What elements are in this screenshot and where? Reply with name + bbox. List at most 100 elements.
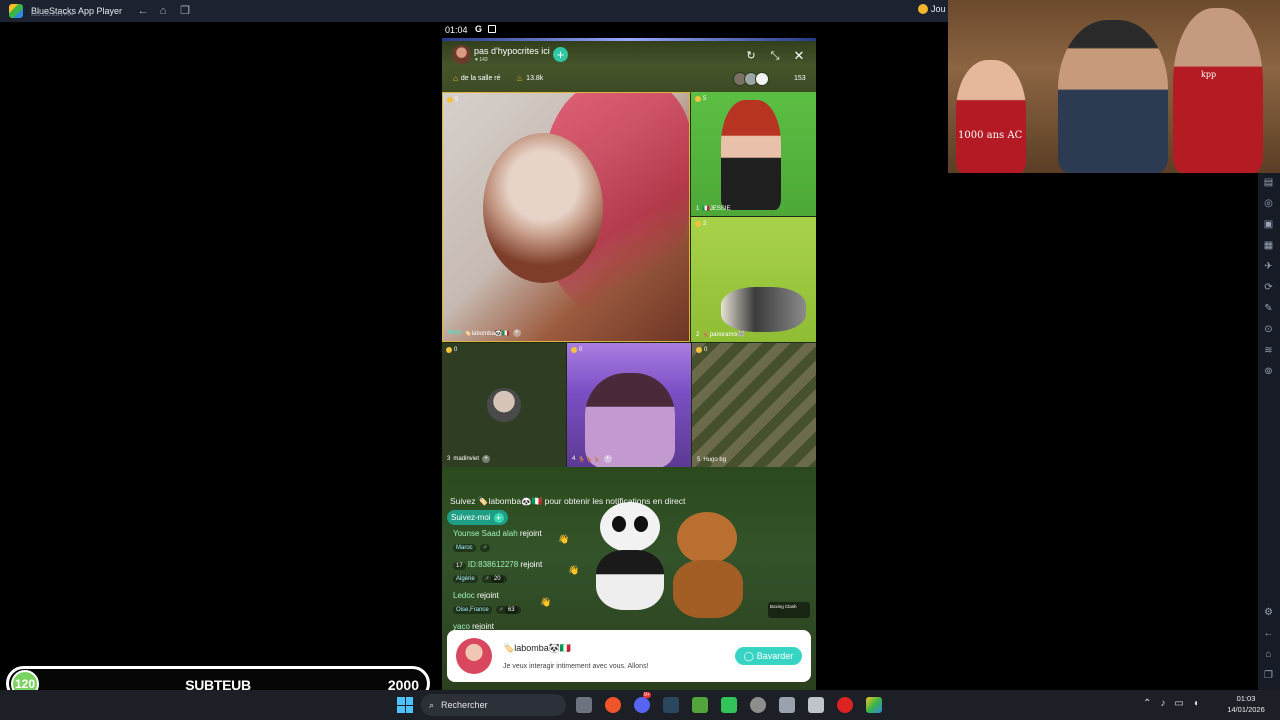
host-video-tile[interactable]: 5 Host 🏷️labomba🐼🇮🇹 + [442, 92, 690, 342]
discord-icon[interactable]: 9+ [634, 692, 651, 713]
recent-apps-icon[interactable]: ❐ [178, 4, 192, 18]
seat-number: 5 [697, 457, 701, 463]
guest-video-tile-4[interactable]: 0 4 🦌🦌🦌 + [567, 343, 691, 467]
follow-me-button[interactable]: Suivez-moi + [447, 510, 508, 525]
follow-notice: Suivez 🏷️labomba🐼🇮🇹 pour obtenir les not… [450, 496, 686, 506]
chat-button[interactable]: ◯ Bavarder [735, 647, 802, 665]
notification-icon [488, 25, 496, 33]
file-explorer-icon[interactable] [576, 697, 592, 713]
guest-video-tile-5[interactable]: 0 5 Hugo bg [692, 343, 816, 467]
tile-score: 0 [571, 347, 582, 353]
taskbar-search[interactable]: ⌕ Rechercher [421, 694, 566, 716]
guest-name-tag: 4 🦌🦌🦌 + [572, 455, 612, 463]
chat-user[interactable]: ID:838612278 [468, 560, 518, 569]
share-icon[interactable]: ↻ [744, 49, 758, 63]
volume-icon[interactable]: ◖ [1193, 698, 1199, 709]
home-rank-icon: ⌂ [453, 74, 458, 83]
home-icon[interactable]: ⌂ [1262, 648, 1275, 661]
gallery-icon[interactable]: ▦ [1262, 239, 1275, 252]
search-icon: ⌕ [429, 699, 435, 710]
room-rank[interactable]: ⌂ de la salle ré [453, 74, 501, 83]
invite-avatar[interactable] [456, 638, 492, 674]
chat-user[interactable]: Younse Saad alah [453, 529, 518, 538]
windows-taskbar: ⌕ Rechercher 9+ ⌃ ♪ ▭ ◖ 01:03 14/01/2026 [0, 690, 1280, 720]
close-icon[interactable]: ✕ [792, 49, 806, 63]
record-icon[interactable]: ▣ [1262, 218, 1275, 231]
tray-chevron-icon[interactable]: ⌃ [1143, 698, 1151, 709]
app-window-icon[interactable] [808, 697, 824, 713]
coin-icon [446, 347, 452, 353]
chat-message: 17 ID:838612278 rejoint [453, 560, 542, 570]
seat-number: 4 [572, 456, 576, 462]
chat-user-meta: Algérie ♂ 20 [453, 575, 507, 583]
minimize-icon[interactable]: ⤡ [768, 49, 782, 63]
youtube-icon[interactable] [837, 697, 853, 713]
invite-name: 🏷️labomba🐼🇮🇹 [503, 643, 572, 653]
host-avatar[interactable] [452, 45, 471, 64]
excel-icon[interactable] [692, 697, 708, 713]
wave-hand-icon[interactable]: 👋 [540, 597, 551, 608]
guest-name: 🇮🇹JESSIE [702, 206, 731, 212]
chat-user[interactable]: Ledoc [453, 591, 475, 600]
viewer-avatars[interactable] [733, 72, 769, 86]
boxing-clash-button[interactable]: Boxing Clash [768, 602, 810, 618]
windows-start-icon[interactable] [397, 697, 413, 713]
layers-icon[interactable]: ≋ [1262, 344, 1275, 357]
location-icon[interactable]: ⊙ [1262, 323, 1275, 336]
system-tray: ⌃ ♪ ▭ ◖ [1143, 698, 1199, 709]
home-icon[interactable]: ⌂ [156, 4, 170, 18]
settings-app-icon[interactable] [779, 697, 795, 713]
guest-video-tile-1[interactable]: 5 1 🇮🇹JESSIE [691, 92, 816, 216]
follow-host-icon[interactable]: + [512, 329, 521, 337]
bluestacks-play-button[interactable]: Jou [918, 4, 946, 14]
wave-hand-icon[interactable]: 👋 [558, 534, 569, 545]
wave-hand-icon[interactable]: 👋 [568, 565, 579, 576]
location-tag: Oise,France [453, 606, 492, 614]
boxing-label: Boxing Clash [770, 604, 797, 609]
back-icon[interactable]: ← [136, 4, 150, 18]
coin-icon [696, 347, 702, 353]
screenshot-icon[interactable]: ◎ [1262, 197, 1275, 210]
guest-name-tag: 3 madinviet + [447, 455, 491, 463]
age-tag: ♂ 20 [481, 575, 507, 583]
recent-apps-icon[interactable]: ❐ [1262, 669, 1275, 682]
macro-icon[interactable]: ⊚ [1262, 365, 1275, 378]
coin-icon [571, 347, 577, 353]
seat-number: 1 [696, 205, 700, 212]
brave-icon[interactable] [605, 697, 621, 713]
steam-icon[interactable] [663, 697, 679, 713]
display-icon[interactable]: ▭ [1174, 698, 1183, 709]
panda-decoration [592, 502, 667, 612]
viewer-count[interactable]: 153 [794, 75, 806, 82]
play-store-icon[interactable] [721, 697, 737, 713]
microphone-icon[interactable]: ♪ [1160, 698, 1165, 709]
coin-icon [695, 221, 701, 227]
guest-name-tag: 1 🇮🇹JESSIE [696, 205, 731, 213]
airplane-icon[interactable]: ✈ [1262, 260, 1275, 273]
coin-icon [447, 97, 453, 103]
age-value: 63 [504, 606, 518, 614]
follow-guest-icon[interactable]: + [482, 455, 491, 463]
guest-video [721, 287, 806, 332]
chat-invite-card[interactable]: 🏷️labomba🐼🇮🇹 Je veux interagir intimemen… [447, 630, 811, 682]
google-icon: G [475, 24, 483, 34]
guest-video-tile-3[interactable]: 0 3 madinviet + [442, 343, 566, 467]
gender-icon: ♂ [479, 544, 491, 552]
seat-number: 3 [447, 456, 451, 462]
tile-score: 0 [446, 347, 457, 353]
obs-icon[interactable] [750, 697, 766, 713]
bluestacks-sidebar: ▤ ◎ ▣ ▦ ✈ ⟳ ✎ ⊙ ≋ ⊚ ⚙ ← ⌂ ❐ [1258, 172, 1280, 690]
media-manager-icon[interactable]: ▤ [1262, 176, 1275, 189]
back-icon[interactable]: ← [1262, 627, 1275, 640]
rotate-icon[interactable]: ⟳ [1262, 281, 1275, 294]
eco-icon[interactable]: ✎ [1262, 302, 1275, 315]
tile-score: 5 [447, 97, 458, 103]
settings-icon[interactable]: ⚙ [1262, 606, 1275, 619]
follow-room-button[interactable]: + [553, 47, 568, 62]
room-heat[interactable]: ♨ 13.8k [516, 74, 543, 83]
guest-video-tile-2[interactable]: 2 2 🦌panoramix🐺 [691, 217, 816, 342]
follow-guest-icon[interactable]: + [603, 455, 612, 463]
bluestacks-taskbar-icon[interactable] [866, 697, 882, 713]
age-tag: ♂ 63 [495, 606, 521, 614]
taskbar-clock[interactable]: 01:03 14/01/2026 [1222, 693, 1270, 715]
